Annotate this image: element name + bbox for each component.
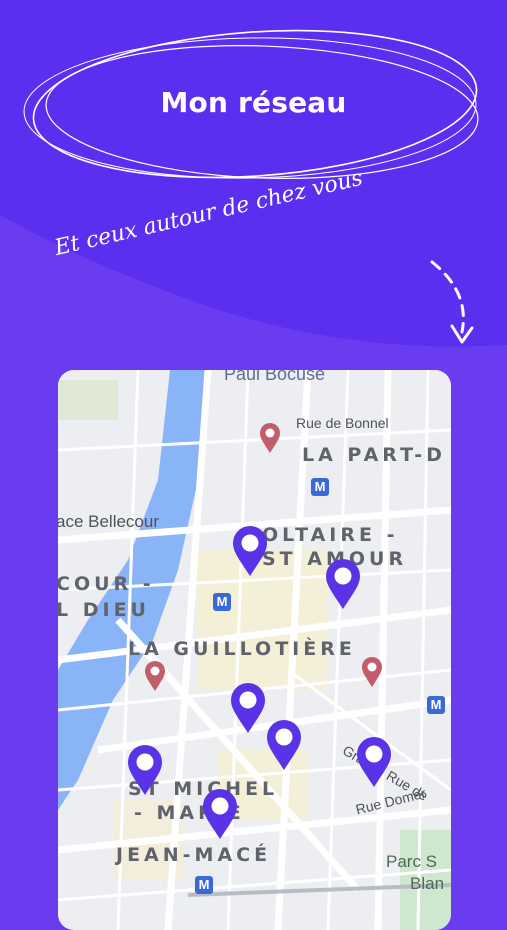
- label-la-part-dieu: LA PART-D: [302, 444, 446, 466]
- map-pin-icon[interactable]: [355, 736, 393, 788]
- metro-icon[interactable]: M: [311, 478, 329, 496]
- label-parc: Parc S: [386, 852, 438, 871]
- metro-icon[interactable]: M: [427, 696, 445, 714]
- map-pin-icon[interactable]: [265, 719, 303, 771]
- metro-icon[interactable]: M: [213, 593, 231, 611]
- map-pin-icon[interactable]: [201, 788, 239, 840]
- label-bellecour: COUR -: [58, 573, 155, 595]
- poi-pin-icon[interactable]: [144, 660, 166, 692]
- metro-icon[interactable]: M: [195, 876, 213, 894]
- label-hotel-dieu: L DIEU: [58, 599, 150, 621]
- map-pin-icon[interactable]: [231, 525, 269, 577]
- label-parc-blandan: Blan: [410, 874, 445, 893]
- label-rue-de-bonnel: Rue de Bonnel: [296, 415, 389, 431]
- poi-pin-icon[interactable]: [259, 422, 281, 454]
- label-la-guillotiere: LA GUILLOTIÈRE: [128, 638, 356, 660]
- label-paul-bocuse: Paul Bocuse: [224, 370, 326, 384]
- label-jean-mace: JEAN-MACÉ: [116, 844, 272, 866]
- map-pin-icon[interactable]: [324, 558, 362, 610]
- map-card[interactable]: Paul Bocuse Rue de Bonnel LA PART-D ace …: [58, 370, 451, 930]
- poi-pin-icon[interactable]: [361, 656, 383, 688]
- map-pin-icon[interactable]: [126, 744, 164, 796]
- label-place-bellecour: ace Bellecour: [58, 512, 160, 531]
- label-voltaire: OLTAIRE -: [262, 524, 399, 546]
- page-title: Mon réseau: [160, 86, 347, 119]
- map-pin-icon[interactable]: [229, 682, 267, 734]
